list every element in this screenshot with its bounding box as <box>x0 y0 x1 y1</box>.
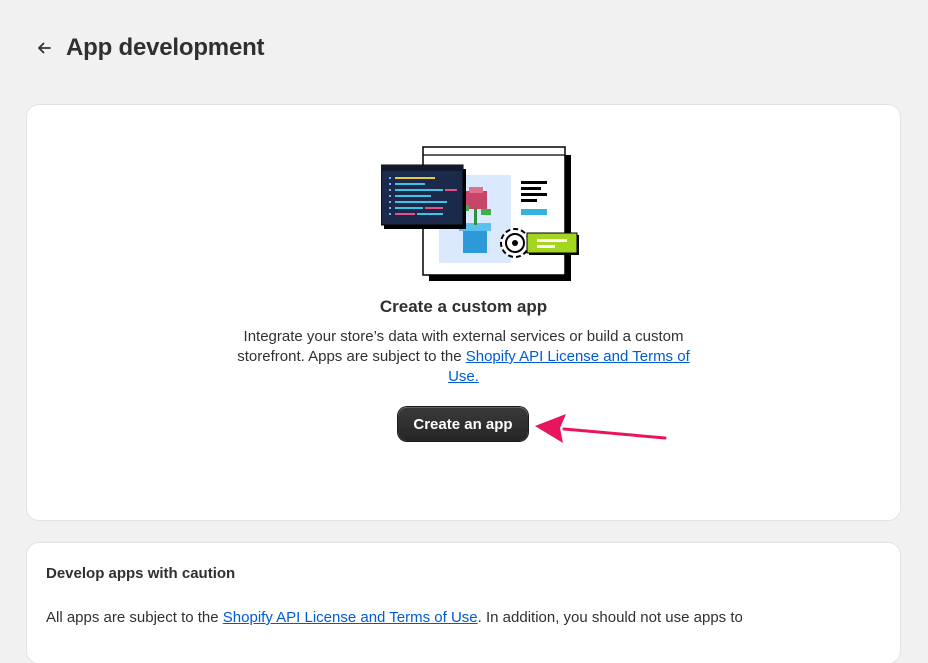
arrow-left-icon <box>38 42 51 54</box>
caution-text: All apps are subject to the Shopify API … <box>46 609 743 626</box>
caution-license-link[interactable]: Shopify API License and Terms of Use <box>223 609 478 626</box>
caution-text-suffix: . In addition, you should not use apps t… <box>477 609 743 626</box>
caution-card: Develop apps with caution All apps are s… <box>27 543 900 663</box>
back-button[interactable] <box>30 34 58 62</box>
description-line-2: storefront. Apps are subject to the <box>237 348 466 365</box>
caution-text-prefix: All apps are subject to the <box>46 609 223 626</box>
description-line-1: Integrate your store’s data with externa… <box>243 328 684 345</box>
create-app-button[interactable]: Create an app <box>398 407 528 441</box>
license-link[interactable]: Shopify API License and Terms of <box>466 348 690 365</box>
page-title: App development <box>66 34 265 61</box>
caution-title: Develop apps with caution <box>46 565 236 582</box>
page-header: App development <box>30 30 265 66</box>
card-title: Create a custom app <box>379 297 548 316</box>
annotation-arrow-icon <box>535 414 667 443</box>
create-custom-app-card: Create a custom app Integrate your store… <box>27 105 900 520</box>
custom-app-illustration <box>381 146 579 281</box>
license-link-continued[interactable]: Use. <box>448 368 479 385</box>
card-description: Integrate your store’s data with externa… <box>217 327 710 387</box>
